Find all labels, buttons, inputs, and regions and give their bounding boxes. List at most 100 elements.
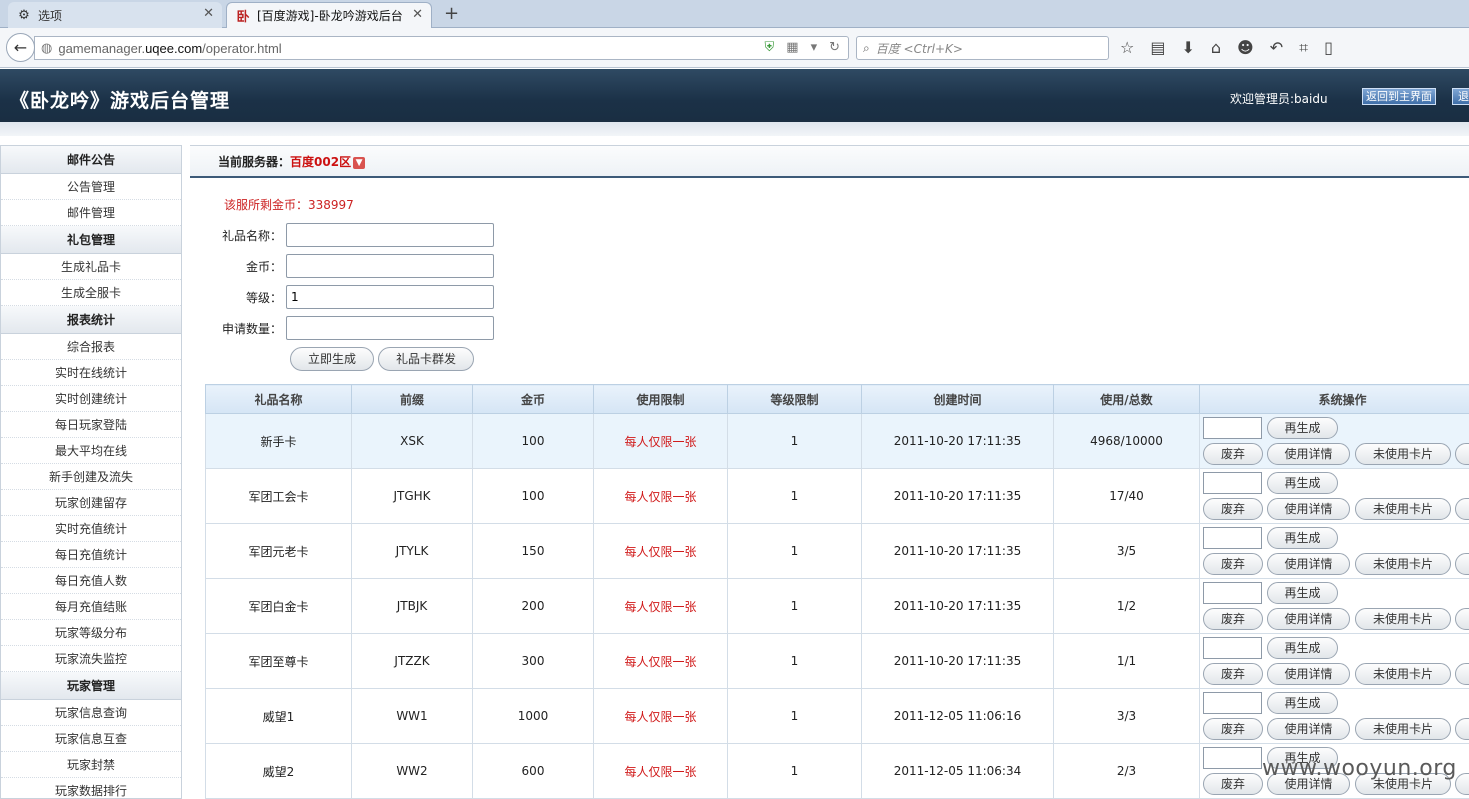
sidebar-item-mail[interactable]: 邮件管理 (1, 200, 181, 226)
return-home-button[interactable]: 返回到主界面 (1362, 88, 1436, 105)
reload-icon[interactable]: ↻ (829, 40, 840, 55)
gift-name-input[interactable] (286, 223, 494, 247)
discard-button[interactable]: 废弃 (1203, 608, 1263, 630)
regenerate-button[interactable]: 再生成 (1267, 692, 1338, 714)
level-input[interactable] (286, 285, 494, 309)
regen-count-input[interactable] (1203, 582, 1262, 604)
shield-icon[interactable]: ⛨ (765, 40, 775, 55)
url-bar[interactable]: ◍ gamemanager.uqee.com/operator.html ⛨ ▦… (34, 36, 849, 60)
close-tab-icon[interactable]: ✕ (412, 7, 423, 22)
regenerate-button[interactable]: 再生成 (1267, 582, 1338, 604)
sidebar-item-report[interactable]: 综合报表 (1, 334, 181, 360)
server-name[interactable]: 百度002区 (290, 155, 351, 169)
generate-now-button[interactable]: 立即生成 (290, 347, 374, 371)
browser-tab-options[interactable]: ⚙ 选项 ✕ (8, 2, 222, 28)
gift-card-mass-send-button[interactable]: 礼品卡群发 (378, 347, 474, 371)
discard-button[interactable]: 废弃 (1203, 773, 1263, 795)
regen-count-input[interactable] (1203, 747, 1262, 769)
sidebar-item-report[interactable]: 玩家流失监控 (1, 646, 181, 672)
sidebar-item-player[interactable]: 玩家封禁 (1, 752, 181, 778)
discard-button[interactable]: 废弃 (1203, 443, 1263, 465)
sidebar-section-reports[interactable]: 报表统计 (1, 306, 181, 334)
sidebar-section-gifts[interactable]: 礼包管理 (1, 226, 181, 254)
unused-cards-button[interactable]: 未使用卡片 (1355, 718, 1451, 740)
sidebar-item-report[interactable]: 每日充值统计 (1, 542, 181, 568)
more-button[interactable] (1455, 663, 1469, 685)
usage-detail-button[interactable]: 使用详情 (1267, 608, 1350, 630)
dropdown-arrow-icon[interactable]: ▾ (811, 40, 818, 55)
regen-count-input[interactable] (1203, 692, 1262, 714)
usage-detail-button[interactable]: 使用详情 (1267, 443, 1350, 465)
browser-tab-game-admin[interactable]: 卧 [百度游戏]-卧龙吟游戏后台 ✕ (226, 2, 432, 28)
chat-icon[interactable]: ☻ (1237, 38, 1254, 58)
sidebar-item-report[interactable]: 实时充值统计 (1, 516, 181, 542)
unused-cards-button[interactable]: 未使用卡片 (1355, 498, 1451, 520)
unused-cards-button[interactable]: 未使用卡片 (1355, 443, 1451, 465)
sidebar-item-report[interactable]: 每月充值结账 (1, 594, 181, 620)
more-button[interactable] (1455, 443, 1469, 465)
gold-input[interactable] (286, 254, 494, 278)
regen-count-input[interactable] (1203, 472, 1262, 494)
regen-count-input[interactable] (1203, 527, 1262, 549)
url-text[interactable]: gamemanager.uqee.com/operator.html (58, 41, 281, 56)
sidebar-item-announcements[interactable]: 公告管理 (1, 174, 181, 200)
usage-detail-button[interactable]: 使用详情 (1267, 498, 1350, 520)
usage-detail-button[interactable]: 使用详情 (1267, 718, 1350, 740)
more-button[interactable] (1455, 498, 1469, 520)
discard-button[interactable]: 废弃 (1203, 663, 1263, 685)
sidebar-item-player[interactable]: 玩家数据排行 (1, 778, 181, 798)
sidebar-item-gift-card[interactable]: 生成礼品卡 (1, 254, 181, 280)
regen-count-input[interactable] (1203, 417, 1262, 439)
unused-cards-button[interactable]: 未使用卡片 (1355, 553, 1451, 575)
regenerate-button[interactable]: 再生成 (1267, 637, 1338, 659)
more-button[interactable] (1455, 773, 1469, 795)
regenerate-button[interactable]: 再生成 (1267, 527, 1338, 549)
gift-name-label: 礼品名称： (221, 228, 282, 243)
sidebar-section-players[interactable]: 玩家管理 (1, 672, 181, 700)
sidebar-item-report[interactable]: 玩家等级分布 (1, 620, 181, 646)
sidebar-section-mail[interactable]: 邮件公告 (1, 146, 181, 174)
sidebar-item-player[interactable]: 玩家信息互查 (1, 726, 181, 752)
new-tab-icon[interactable]: + (444, 3, 459, 24)
device-icon[interactable]: ▯ (1324, 38, 1333, 58)
reader-list-icon[interactable]: ▤ (1150, 38, 1165, 58)
unused-cards-button[interactable]: 未使用卡片 (1355, 663, 1451, 685)
more-button[interactable] (1455, 718, 1469, 740)
undo-icon[interactable]: ↶ (1270, 38, 1283, 58)
sidebar-item-report[interactable]: 每日玩家登陆 (1, 412, 181, 438)
download-icon[interactable]: ⬇ (1181, 38, 1194, 58)
discard-button[interactable]: 废弃 (1203, 718, 1263, 740)
sidebar-item-server-card[interactable]: 生成全服卡 (1, 280, 181, 306)
table-header-row: 礼品名称 前缀 金币 使用限制 等级限制 创建时间 使用/总数 系统操作 (205, 384, 1469, 414)
unused-cards-button[interactable]: 未使用卡片 (1355, 608, 1451, 630)
usage-detail-button[interactable]: 使用详情 (1267, 663, 1350, 685)
sidebar-item-report[interactable]: 新手创建及流失 (1, 464, 181, 490)
back-button[interactable]: ← (6, 33, 35, 62)
prefix-cell: WW1 (351, 688, 473, 744)
regenerate-button[interactable]: 再生成 (1267, 472, 1338, 494)
count-input[interactable] (286, 316, 494, 340)
sidebar-item-report[interactable]: 每日充值人数 (1, 568, 181, 594)
home-icon[interactable]: ⌂ (1211, 38, 1221, 58)
qr-code-icon[interactable]: ▦ (786, 40, 798, 55)
close-tab-icon[interactable]: ✕ (203, 6, 214, 21)
usage-total-cell: 4968/10000 (1053, 413, 1200, 469)
sidebar-item-report[interactable]: 实时创建统计 (1, 386, 181, 412)
sidebar-item-player[interactable]: 玩家信息查询 (1, 700, 181, 726)
sidebar-item-report[interactable]: 最大平均在线 (1, 438, 181, 464)
sidebar-item-report[interactable]: 实时在线统计 (1, 360, 181, 386)
more-button[interactable] (1455, 553, 1469, 575)
prefix-cell: JTYLK (351, 523, 473, 579)
discard-button[interactable]: 废弃 (1203, 553, 1263, 575)
more-button[interactable] (1455, 608, 1469, 630)
dropdown-icon[interactable]: ▼ (353, 156, 366, 169)
discard-button[interactable]: 废弃 (1203, 498, 1263, 520)
sidebar-item-report[interactable]: 玩家创建留存 (1, 490, 181, 516)
bookmark-star-icon[interactable]: ☆ (1120, 38, 1134, 58)
exit-button[interactable]: 退出 (1452, 88, 1469, 105)
regenerate-button[interactable]: 再生成 (1267, 417, 1338, 439)
crop-icon[interactable]: ⌗ (1299, 38, 1308, 58)
usage-detail-button[interactable]: 使用详情 (1267, 553, 1350, 575)
regen-count-input[interactable] (1203, 637, 1262, 659)
search-input[interactable]: ⌕ 百度 <Ctrl+K> (856, 36, 1109, 60)
